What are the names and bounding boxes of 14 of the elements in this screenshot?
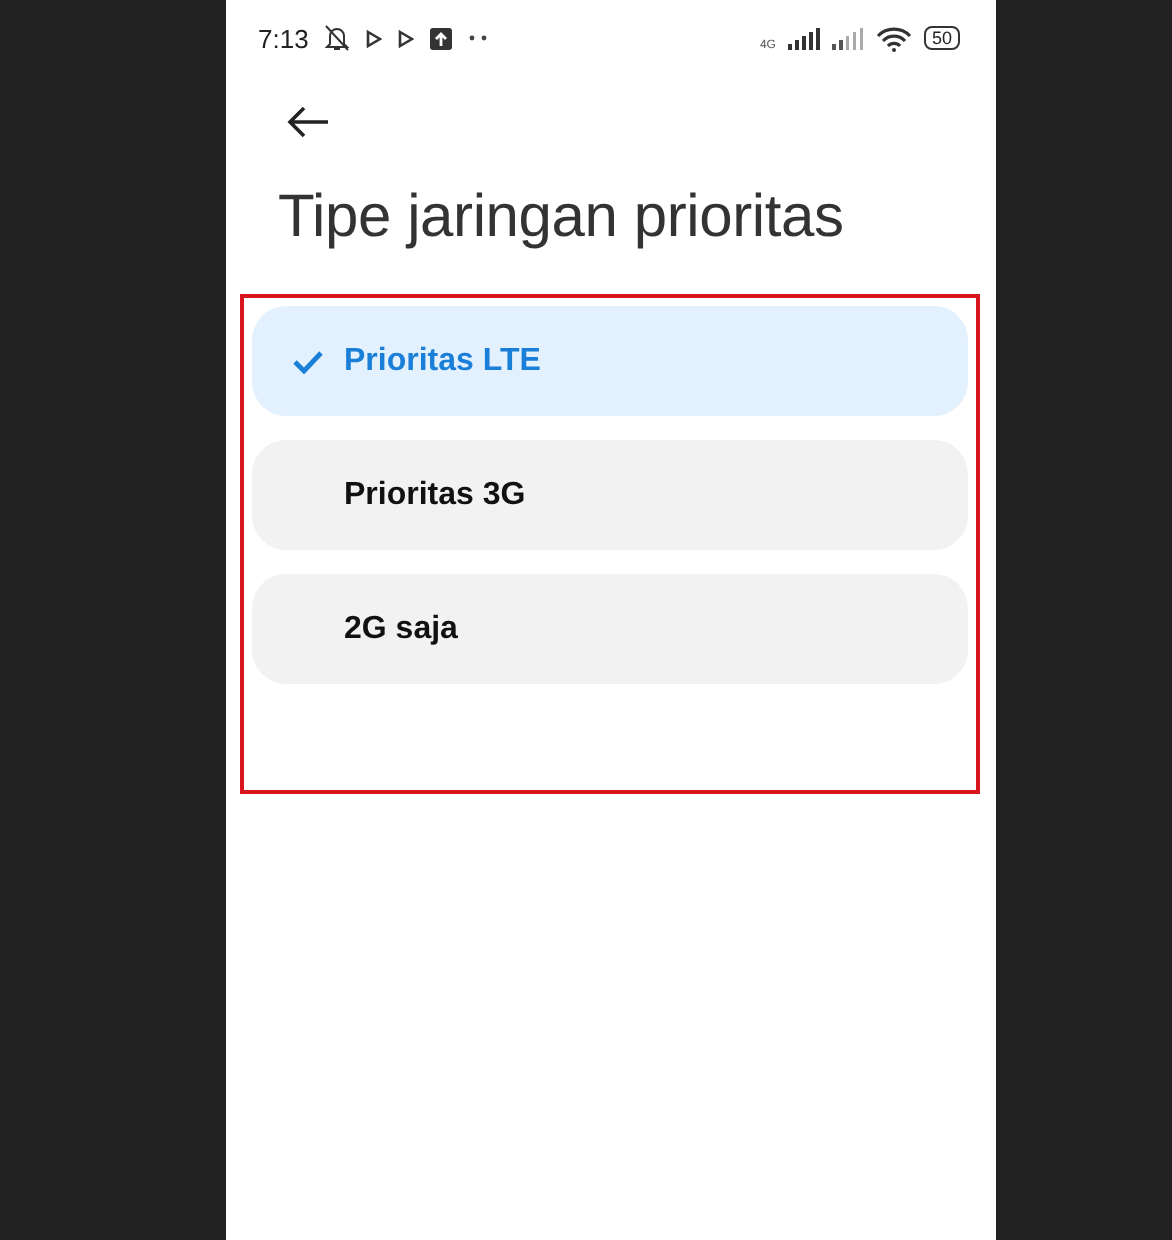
back-arrow-icon bbox=[286, 106, 330, 138]
signal-icon bbox=[787, 27, 820, 49]
option-item[interactable]: Prioritas 3G bbox=[252, 440, 968, 550]
upload-icon bbox=[430, 27, 453, 49]
clock-time: 7:13 bbox=[258, 23, 309, 53]
page-title: Tipe jaringan prioritas bbox=[278, 184, 846, 254]
bell-off-icon bbox=[324, 24, 351, 52]
signal-icon bbox=[831, 27, 864, 49]
check-icon bbox=[292, 349, 324, 373]
option-item[interactable]: 2G saja bbox=[252, 574, 968, 684]
wifi-icon bbox=[875, 25, 912, 51]
more-icon bbox=[468, 34, 489, 42]
option-item[interactable]: Prioritas LTE bbox=[252, 306, 968, 416]
battery-indicator: 50 bbox=[923, 26, 960, 50]
